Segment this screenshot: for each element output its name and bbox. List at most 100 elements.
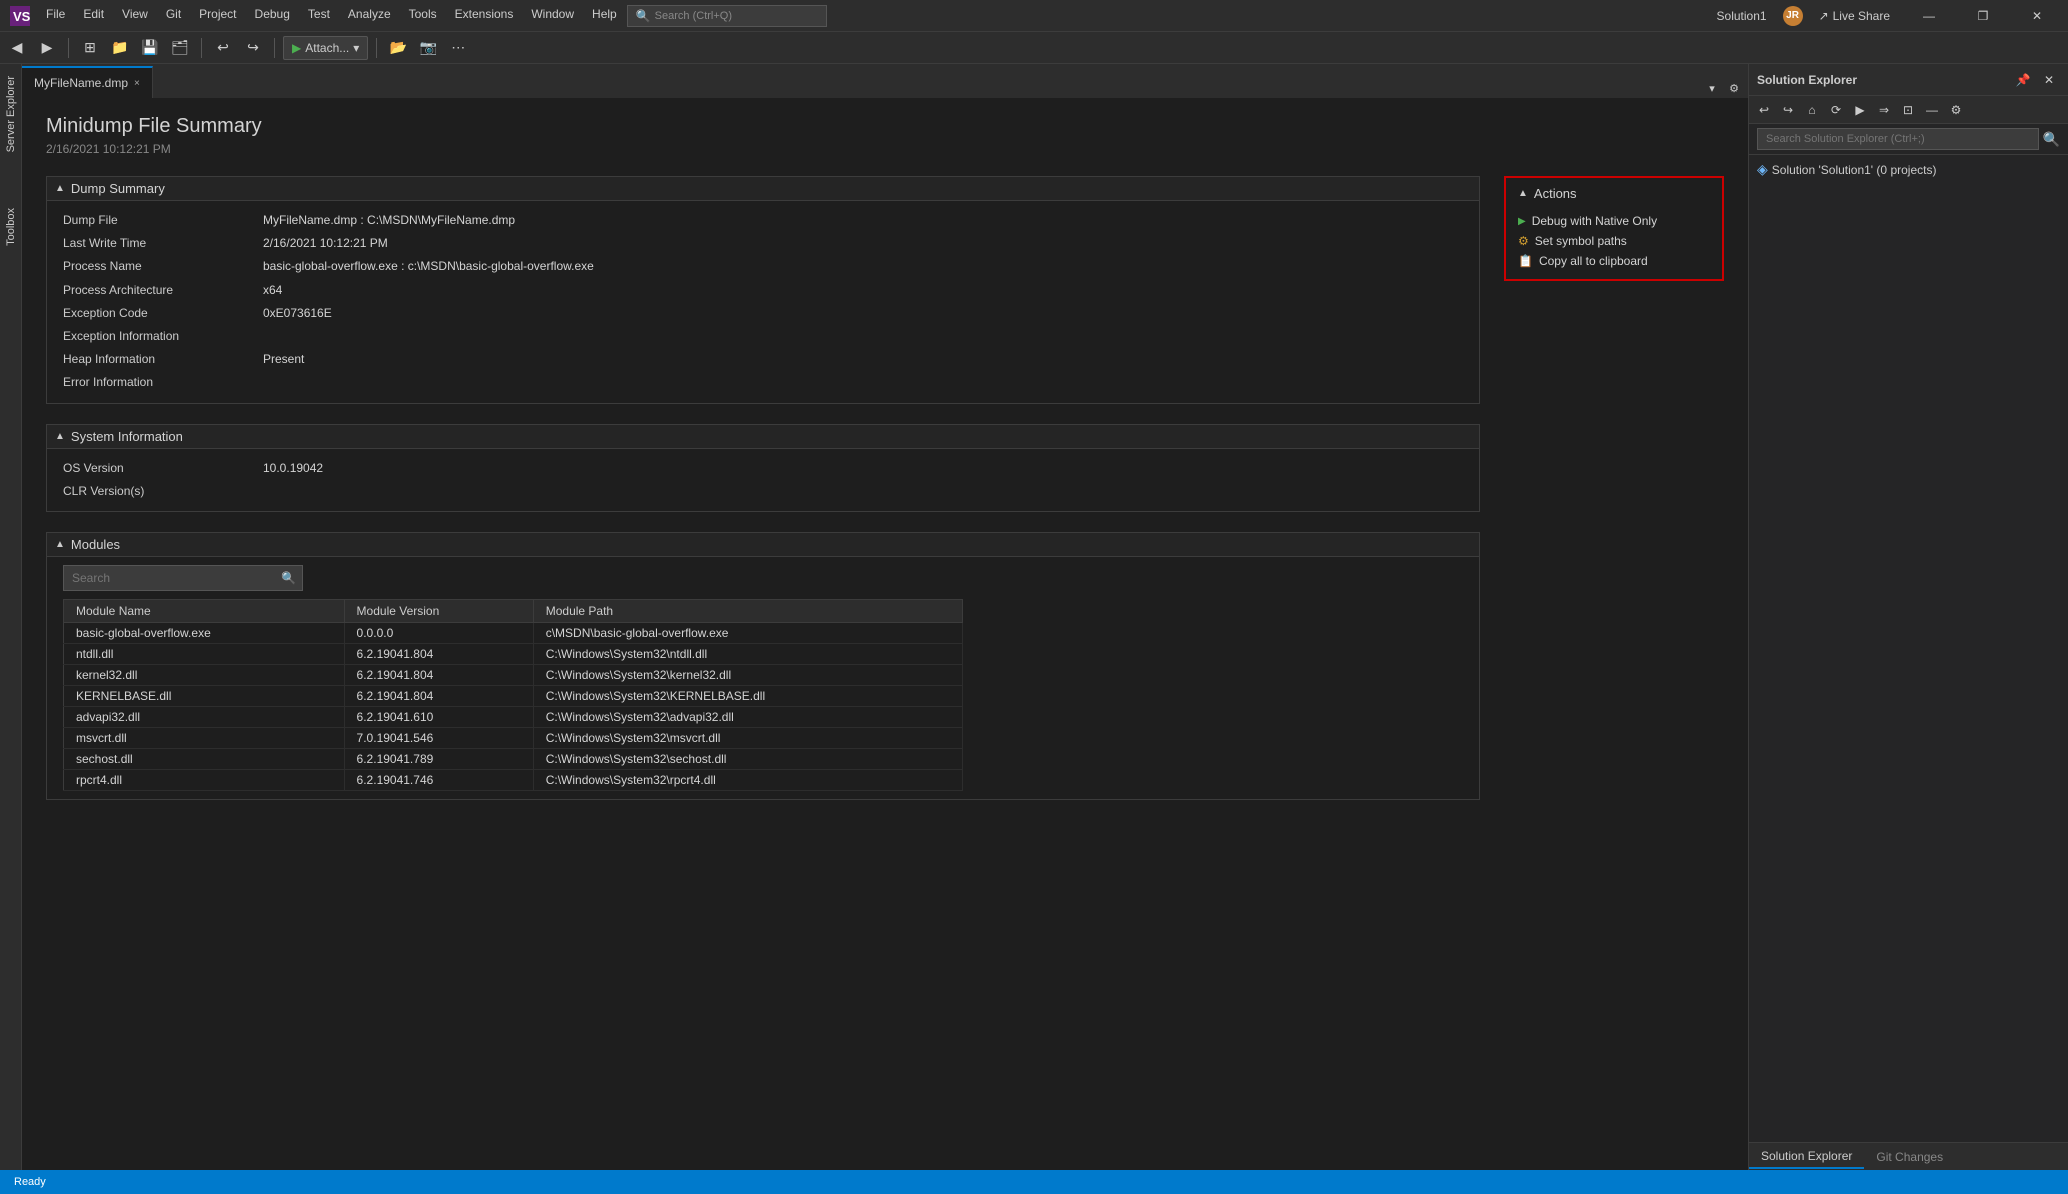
prop-label-clr-version: CLR Version(s) [63,482,263,501]
status-ready: Ready [8,1176,52,1188]
modules-header[interactable]: ▲ Modules [46,532,1480,556]
system-info-chevron: ▲ [55,431,65,442]
table-row[interactable]: ntdll.dll6.2.19041.804C:\Windows\System3… [64,643,963,664]
prop-exception-info: Exception Information [63,325,1463,348]
se-header-controls: 📌 ✕ [2012,69,2060,91]
symbol-icon: ⚙ [1518,234,1529,248]
menu-window[interactable]: Window [523,5,582,27]
copy-icon: 📋 [1518,254,1533,268]
se-sync-btn[interactable]: ⟳ [1825,99,1847,121]
modules-title: Modules [71,537,120,552]
toolbox-tab[interactable]: Toolbox [3,200,19,254]
table-row[interactable]: sechost.dll6.2.19041.789C:\Windows\Syste… [64,748,963,769]
toolbar-save-btn[interactable]: 💾 [137,35,163,61]
action-set-symbol[interactable]: ⚙ Set symbol paths [1518,231,1710,251]
toolbar-undo-btn[interactable]: ↩ [210,35,236,61]
dump-file-tab[interactable]: MyFileName.dmp × [22,66,153,98]
se-bottom-tab-solution[interactable]: Solution Explorer [1749,1145,1864,1169]
prop-value-last-write: 2/16/2021 10:12:21 PM [263,234,388,253]
modules-table: Module Name Module Version Module Path b… [63,599,963,791]
actions-box-title: Actions [1534,186,1577,201]
prop-value-heap-info: Present [263,350,304,369]
menu-view[interactable]: View [114,5,156,27]
se-filter-btn[interactable]: ▶ [1849,99,1871,121]
menu-git[interactable]: Git [158,5,189,27]
table-row[interactable]: rpcrt4.dll6.2.19041.746C:\Windows\System… [64,769,963,790]
tab-label: MyFileName.dmp [34,76,128,90]
toolbar-save-all-btn[interactable]: 🗂 [167,35,193,61]
prop-dump-file: Dump File MyFileName.dmp : C:\MSDN\MyFil… [63,209,1463,232]
menu-analyze[interactable]: Analyze [340,5,399,27]
title-search-box[interactable]: 🔍 Search (Ctrl+Q) [627,5,827,27]
tab-ctrl-pin[interactable]: ⚙ [1724,78,1744,98]
action-copy-clipboard[interactable]: 📋 Copy all to clipboard [1518,251,1710,271]
se-search-icon[interactable]: 🔍 [2043,131,2060,148]
table-row[interactable]: basic-global-overflow.exe0.0.0.0c\MSDN\b… [64,622,963,643]
toolbar-folder-btn[interactable]: 📂 [385,35,411,61]
modules-table-header-row: Module Name Module Version Module Path [64,599,963,622]
title-bar: VS File Edit View Git Project Debug Test… [0,0,2068,32]
menu-tools[interactable]: Tools [401,5,445,27]
left-sidebar: Server Explorer Toolbox [0,64,22,1170]
modules-search-box[interactable]: 🔍 [63,565,303,591]
toolbar-new-btn[interactable]: ⊞ [77,35,103,61]
main-container: Server Explorer Toolbox MyFileName.dmp ×… [0,64,2068,1170]
menu-debug[interactable]: Debug [247,5,298,27]
se-collapse-btn[interactable]: ⊡ [1897,99,1919,121]
se-back-btn[interactable]: ↩ [1753,99,1775,121]
menu-edit[interactable]: Edit [75,5,112,27]
minimize-button[interactable]: — [1906,0,1952,32]
prop-exception-code: Exception Code 0xE073616E [63,302,1463,325]
actions-chevron: ▲ [1518,188,1528,199]
content-panel: Minidump File Summary 2/16/2021 10:12:21… [22,99,1748,1170]
menu-help[interactable]: Help [584,5,625,27]
tab-ctrl-chevron-down[interactable]: ▾ [1702,78,1722,98]
se-pin-btn[interactable]: 📌 [2012,69,2034,91]
dump-summary-chevron: ▲ [55,183,65,194]
attach-button[interactable]: ▶ Attach... ▾ [283,36,368,60]
table-row[interactable]: KERNELBASE.dll6.2.19041.804C:\Windows\Sy… [64,685,963,706]
toolbar-redo-btn[interactable]: ↪ [240,35,266,61]
modules-search-input[interactable] [64,569,275,587]
table-row[interactable]: kernel32.dll6.2.19041.804C:\Windows\Syst… [64,664,963,685]
action-debug-native[interactable]: ▶ Debug with Native Only [1518,211,1710,231]
se-solution-row[interactable]: ◈ Solution 'Solution1' (0 projects) [1753,159,2064,180]
menu-project[interactable]: Project [191,5,244,27]
status-bar: Ready [0,1170,2068,1194]
prop-label-process-arch: Process Architecture [63,281,263,300]
maximize-button[interactable]: ❐ [1960,0,2006,32]
action-symbol-label: Set symbol paths [1535,234,1627,248]
se-settings-btn[interactable]: ⚙ [1945,99,1967,121]
dump-summary-header[interactable]: ▲ Dump Summary [46,176,1480,200]
toolbar-extra-btn[interactable]: ⋯ [445,35,471,61]
menu-extensions[interactable]: Extensions [447,5,522,27]
se-search-input[interactable] [1757,128,2039,150]
system-info-header[interactable]: ▲ System Information [46,424,1480,448]
toolbar-screenshot-btn[interactable]: 📷 [415,35,441,61]
debug-play-icon: ▶ [1518,216,1526,227]
table-row[interactable]: advapi32.dll6.2.19041.610C:\Windows\Syst… [64,706,963,727]
server-explorer-tab[interactable]: Server Explorer [3,68,19,160]
se-close-btn[interactable]: ✕ [2038,69,2060,91]
tab-close-icon[interactable]: × [134,78,140,89]
toolbar-forward-btn[interactable]: ▶ [34,35,60,61]
system-info-body: OS Version 10.0.19042 CLR Version(s) [46,448,1480,512]
search-placeholder: Search (Ctrl+Q) [655,10,732,22]
se-show-all-btn[interactable]: — [1921,99,1943,121]
close-button[interactable]: ✕ [2014,0,2060,32]
se-home-btn[interactable]: ⌂ [1801,99,1823,121]
modules-section: ▲ Modules 🔍 [46,532,1480,800]
live-share-button[interactable]: ↗ Live Share [1811,5,1898,27]
vs-logo-icon: VS [8,4,32,28]
menu-test[interactable]: Test [300,5,338,27]
se-forward-btn[interactable]: ↪ [1777,99,1799,121]
toolbar-open-btn[interactable]: 📁 [107,35,133,61]
se-expand-btn[interactable]: ⇒ [1873,99,1895,121]
col-module-name: Module Name [64,599,345,622]
user-badge[interactable]: JR [1783,6,1803,26]
toolbar: ◀ ▶ ⊞ 📁 💾 🗂 ↩ ↪ ▶ Attach... ▾ 📂 📷 ⋯ [0,32,2068,64]
table-row[interactable]: msvcrt.dll7.0.19041.546C:\Windows\System… [64,727,963,748]
se-bottom-tab-git[interactable]: Git Changes [1864,1146,1955,1168]
menu-file[interactable]: File [38,5,73,27]
toolbar-back-btn[interactable]: ◀ [4,35,30,61]
